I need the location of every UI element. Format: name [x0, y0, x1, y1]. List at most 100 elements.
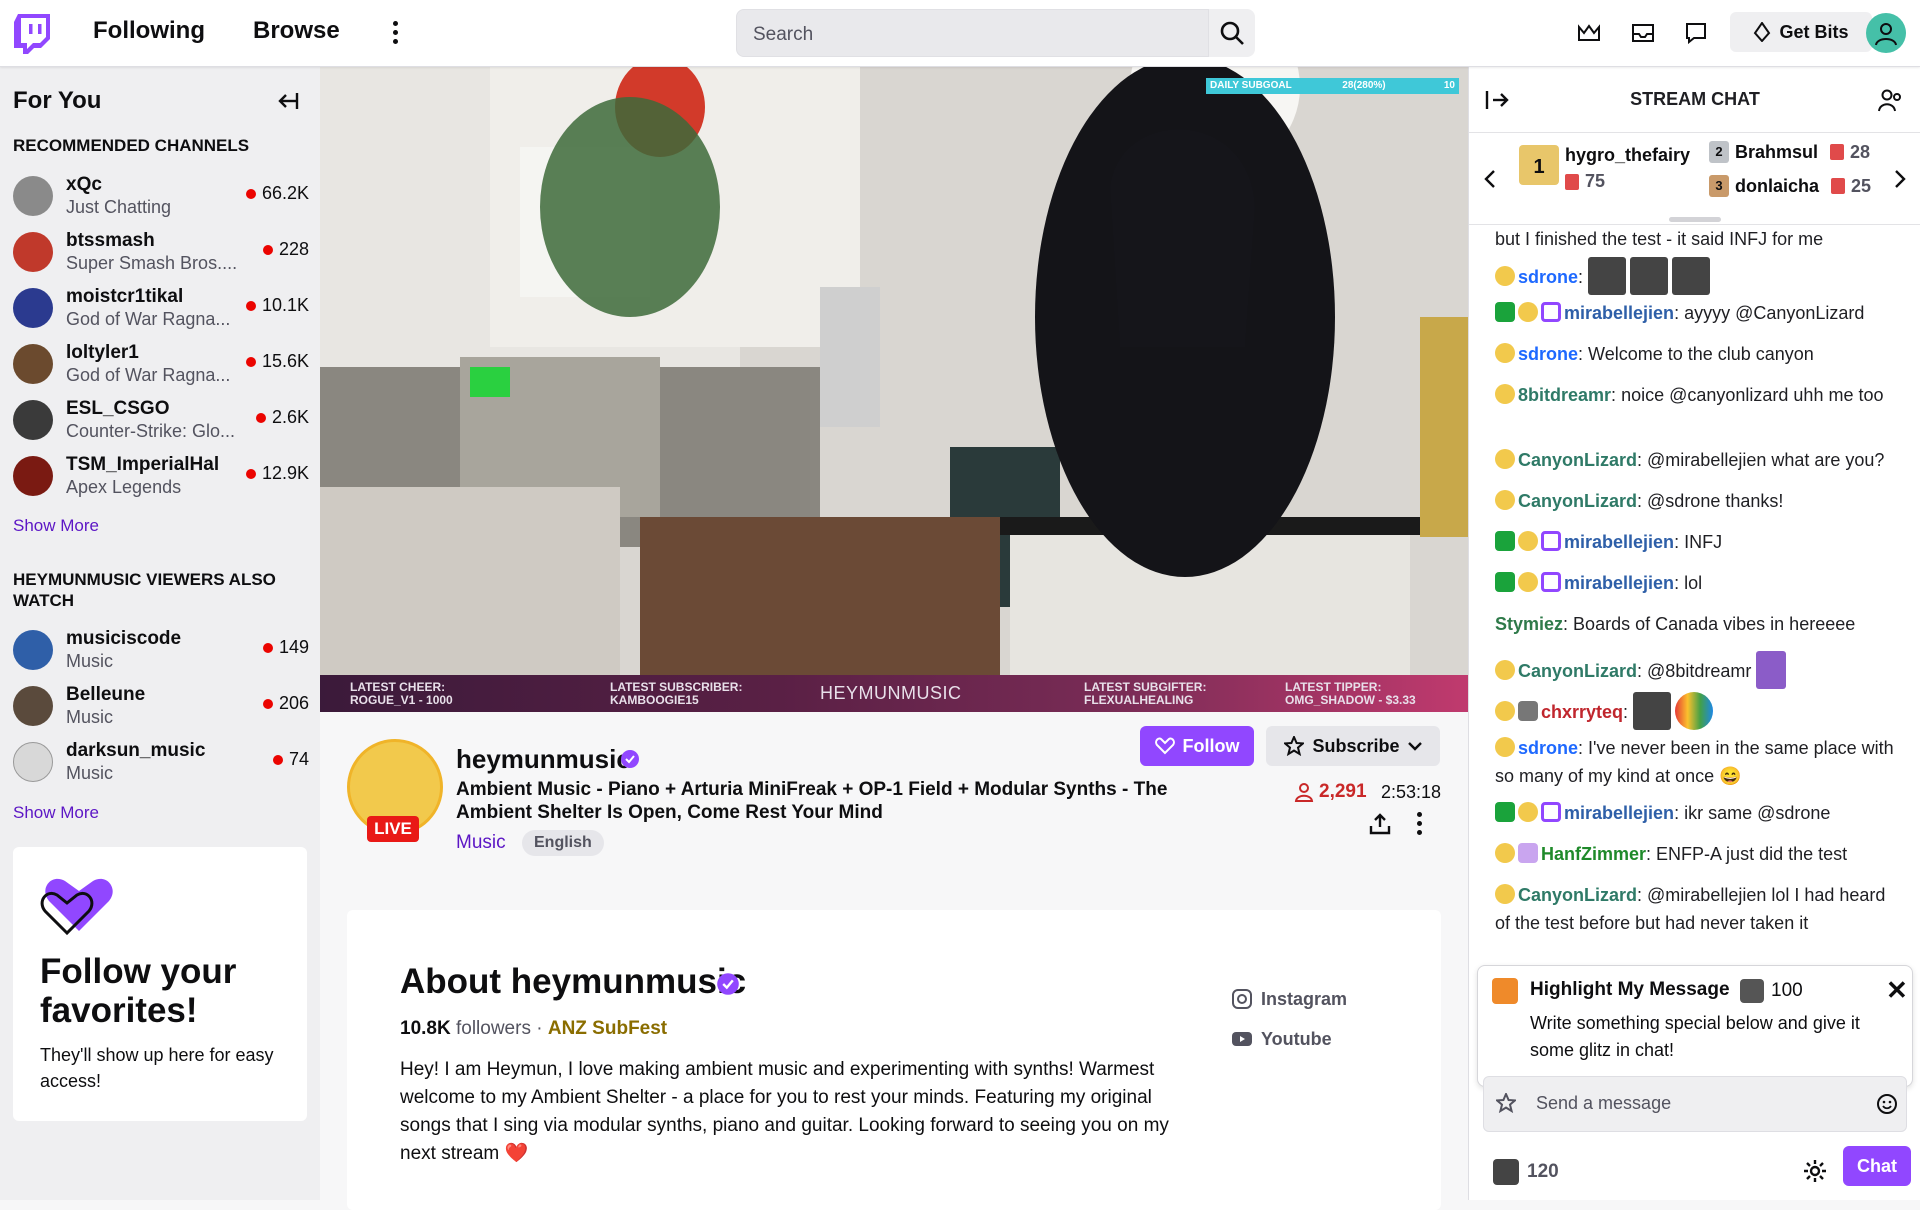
- chat-username[interactable]: mirabellejien: [1564, 803, 1674, 823]
- get-bits-button[interactable]: Get Bits: [1730, 12, 1872, 52]
- search-button[interactable]: [1209, 9, 1255, 57]
- stream-overlay-bar: LATEST CHEER: ROGUE_V1 - 1000 LATEST SUB…: [320, 675, 1468, 712]
- show-more-link-2[interactable]: Show More: [13, 803, 99, 823]
- channel-name: loltyler1: [66, 342, 139, 363]
- sidebar-channel-tsm-imperialhal[interactable]: TSM_ImperialHal Apex Legends 12.9K: [13, 453, 309, 503]
- channel-game: Music: [66, 707, 114, 727]
- subscribe-button[interactable]: Subscribe: [1266, 726, 1440, 766]
- badge-icon: [1541, 302, 1561, 322]
- channel-viewers: 74: [273, 749, 309, 770]
- emote-icon: [1633, 692, 1672, 730]
- youtube-link[interactable]: Youtube: [1231, 1028, 1332, 1050]
- chat-line: CanyonLizard: @sdrone thanks!: [1495, 487, 1905, 515]
- verified-icon: [621, 750, 639, 768]
- sidebar-channel-loltyler1[interactable]: loltyler1 God of War Ragna... 15.6K: [13, 341, 309, 391]
- sidebar-channel-xqc[interactable]: xQc Just Chatting 66.2K: [13, 173, 309, 223]
- sidebar-channel-esl-csgo[interactable]: ESL_CSGO Counter-Strike: Glo... 2.6K: [13, 397, 309, 447]
- share-icon[interactable]: [1368, 812, 1392, 836]
- nav-following[interactable]: Following: [93, 17, 205, 45]
- chat-username[interactable]: CanyonLizard: [1518, 885, 1637, 905]
- stream-video-frame: [320, 67, 1468, 712]
- chat-username[interactable]: sdrone: [1518, 344, 1578, 364]
- sidebar-channel-belleune[interactable]: Belleune Music 206: [13, 683, 309, 733]
- chat-username[interactable]: mirabellejien: [1564, 573, 1674, 593]
- show-more-link[interactable]: Show More: [13, 516, 99, 536]
- chat-username[interactable]: 8bitdreamr: [1518, 385, 1611, 405]
- settings-gear-icon[interactable]: [1803, 1159, 1827, 1183]
- instagram-link[interactable]: Instagram: [1231, 988, 1347, 1010]
- category-link[interactable]: Music: [456, 832, 506, 854]
- chat-username[interactable]: HanfZimmer: [1541, 844, 1646, 864]
- channel-viewers: 66.2K: [246, 183, 309, 204]
- channel-info: LIVE heymunmusic Ambient Music - Piano +…: [320, 712, 1468, 1210]
- user-avatar[interactable]: [1866, 13, 1906, 53]
- chat-line: CanyonLizard: @mirabellejien what are yo…: [1495, 446, 1905, 474]
- chat-username[interactable]: mirabellejien: [1564, 532, 1674, 552]
- badge-icon: [1495, 572, 1515, 592]
- leaderboard-name-1[interactable]: hygro_thefairy: [1565, 145, 1690, 166]
- chat-username[interactable]: CanyonLizard: [1518, 491, 1637, 511]
- emote-picker-icon[interactable]: [1876, 1093, 1898, 1115]
- chat-send-button[interactable]: Chat: [1843, 1146, 1911, 1186]
- chat-username[interactable]: CanyonLizard: [1518, 661, 1637, 681]
- whispers-icon[interactable]: [1683, 20, 1709, 46]
- viewer-icon: [1294, 783, 1314, 802]
- followers-label: followers: [455, 1018, 531, 1039]
- channel-game: Apex Legends: [66, 477, 182, 497]
- follow-button[interactable]: Follow: [1140, 726, 1254, 766]
- sidebar-channel-darksun-music[interactable]: darksun_music Music 74: [13, 739, 309, 789]
- channel-name-heading[interactable]: heymunmusic: [456, 744, 631, 775]
- close-icon[interactable]: ✕: [1886, 977, 1908, 1003]
- stream-uptime: 2:53:18: [1381, 782, 1442, 802]
- chat-username[interactable]: CanyonLizard: [1518, 450, 1637, 470]
- chat-text: noice @canyonlizard uhh me too: [1621, 385, 1884, 405]
- channel-name: ESL_CSGO: [66, 398, 170, 419]
- chat-username[interactable]: chxrryteq: [1541, 702, 1623, 722]
- chevron-right-icon[interactable]: [1893, 169, 1907, 189]
- nav-browse[interactable]: Browse: [253, 17, 340, 45]
- inbox-icon[interactable]: [1630, 20, 1656, 46]
- chat-username[interactable]: mirabellejien: [1564, 303, 1674, 323]
- more-options-icon[interactable]: [1414, 812, 1424, 835]
- community-icon[interactable]: [1877, 87, 1903, 113]
- star-icon[interactable]: [1496, 1093, 1516, 1113]
- prime-crown-icon[interactable]: [1576, 20, 1602, 46]
- twitch-logo-icon[interactable]: [14, 14, 50, 54]
- leaderboard-count-2: 28: [1850, 141, 1871, 162]
- emote-icon: [1672, 257, 1711, 295]
- collapse-sidebar-icon[interactable]: [276, 89, 300, 113]
- leaderboard-count-3: 25: [1851, 175, 1872, 196]
- chat-input-placeholder: Send a message: [1536, 1093, 1672, 1113]
- more-menu-icon[interactable]: [388, 18, 402, 48]
- subscribe-label: Subscribe: [1312, 735, 1400, 756]
- leaderboard-entry-2[interactable]: 2 Brahmsul 28: [1709, 141, 1870, 163]
- video-player[interactable]: DAILY SUBGOAL 28(280%) 10 LATEST CHEER: …: [320, 67, 1468, 712]
- channel-game: God of War Ragna...: [66, 365, 231, 385]
- sidebar-channel-musiciscode[interactable]: musiciscode Music 149: [13, 627, 309, 677]
- chat-text: Welcome to the club canyon: [1588, 344, 1814, 364]
- search-input[interactable]: Search: [736, 9, 1209, 57]
- sidebar-title: For You: [13, 87, 102, 114]
- channel-points-icon[interactable]: [1493, 1159, 1519, 1185]
- chat-username[interactable]: Stymiez: [1495, 614, 1563, 634]
- chevron-left-icon[interactable]: [1483, 169, 1497, 189]
- leaderboard-entry-3[interactable]: 3 donlaicha 25: [1709, 175, 1871, 197]
- chat-input[interactable]: Send a message: [1483, 1076, 1907, 1132]
- sidebar-channel-btssmash[interactable]: btssmash Super Smash Bros.... 228: [13, 229, 309, 279]
- chat-text: @8bitdreamr: [1647, 661, 1752, 681]
- badge-icon: [1518, 802, 1538, 822]
- about-title: About heymunmusic: [400, 962, 747, 1001]
- chat-username[interactable]: sdrone: [1518, 267, 1578, 287]
- highlight-message-card: Highlight My Message 100 ✕ Write somethi…: [1477, 965, 1913, 1087]
- team-link[interactable]: ANZ SubFest: [548, 1018, 667, 1039]
- chat-username[interactable]: sdrone: [1518, 738, 1578, 758]
- also-watch-heading: HEYMUNMUSIC VIEWERS ALSO WATCH: [13, 570, 276, 610]
- channel-avatar: [13, 742, 53, 782]
- chat-text: ikr same @sdrone: [1684, 803, 1831, 823]
- chat-line: sdrone: Welcome to the club canyon: [1495, 340, 1905, 368]
- channel-viewers: 2.6K: [256, 407, 309, 428]
- highlight-text: Write something special below and give i…: [1530, 1013, 1860, 1060]
- sidebar-channel-moistcr1tikal[interactable]: moistcr1tikal God of War Ragna... 10.1K: [13, 285, 309, 335]
- language-tag[interactable]: English: [522, 830, 604, 856]
- about-followers: 10.8K followers · ANZ SubFest: [400, 1018, 667, 1040]
